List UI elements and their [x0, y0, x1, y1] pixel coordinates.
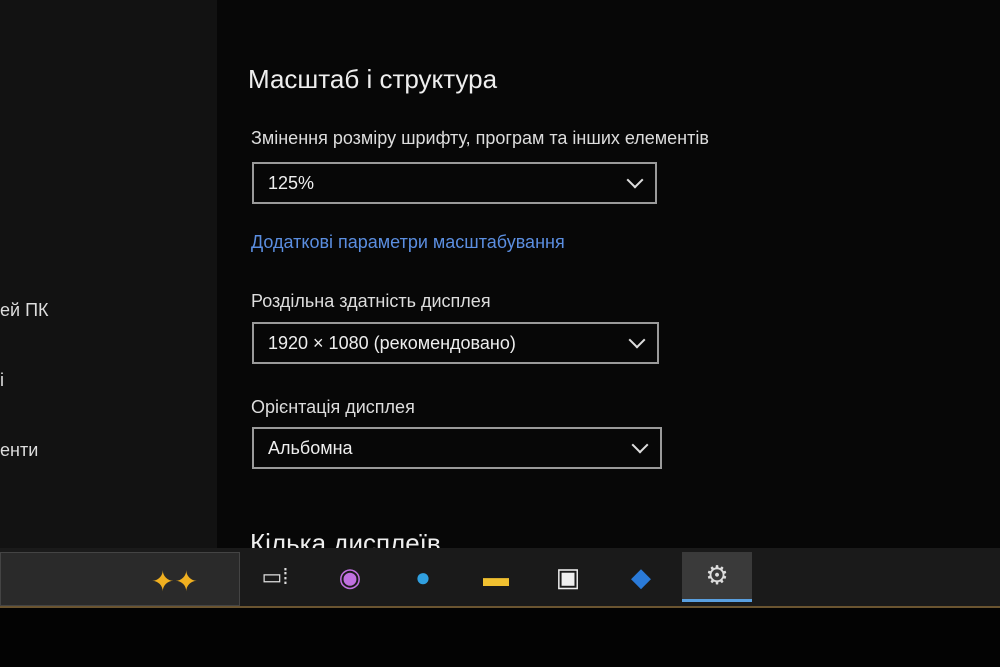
chevron-down-icon: [631, 436, 649, 454]
copilot-icon[interactable]: ◉: [320, 552, 380, 602]
search-box[interactable]: ✦✦: [0, 552, 240, 606]
file-explorer-icon[interactable]: ▬: [466, 552, 526, 602]
resolution-value: 1920 × 1080 (рекомендовано): [268, 332, 516, 353]
advanced-scaling-link[interactable]: Додаткові параметри масштабування: [251, 232, 565, 253]
chevron-down-icon: [626, 171, 644, 189]
settings-content: Масштаб і структура Змінення розміру шри…: [217, 0, 1000, 558]
sidebar-item[interactable]: ей ПК: [0, 300, 49, 321]
scale-label: Змінення розміру шрифту, програм та інши…: [251, 128, 709, 148]
copilot-sparkle-icon: ✦✦: [151, 566, 198, 597]
outlook-icon[interactable]: ◆: [611, 552, 671, 602]
sidebar-item[interactable]: і: [0, 370, 4, 391]
orientation-value: Альбомна: [268, 437, 353, 458]
settings-gear-icon[interactable]: ⚙: [682, 552, 752, 602]
edge-icon[interactable]: ●: [393, 552, 453, 602]
taskbar: ✦✦ ▭⁞ ◉ ● ▬ ▣ ◆ ⚙: [0, 548, 1000, 608]
orientation-label: Орієнтація дисплея: [251, 397, 415, 417]
task-view-icon[interactable]: ▭⁞: [245, 552, 305, 602]
scale-dropdown[interactable]: 125%: [252, 162, 657, 204]
sidebar-item[interactable]: енти: [0, 440, 38, 461]
store-icon[interactable]: ▣: [538, 552, 598, 602]
chevron-down-icon: [628, 331, 646, 349]
resolution-dropdown[interactable]: 1920 × 1080 (рекомендовано): [252, 322, 659, 364]
orientation-dropdown[interactable]: Альбомна: [252, 427, 662, 469]
section-title: Масштаб і структура: [248, 64, 498, 94]
sidebar: ей ПК і енти: [0, 0, 217, 548]
scale-value: 125%: [268, 172, 315, 193]
resolution-label: Роздільна здатність дисплея: [251, 291, 491, 311]
